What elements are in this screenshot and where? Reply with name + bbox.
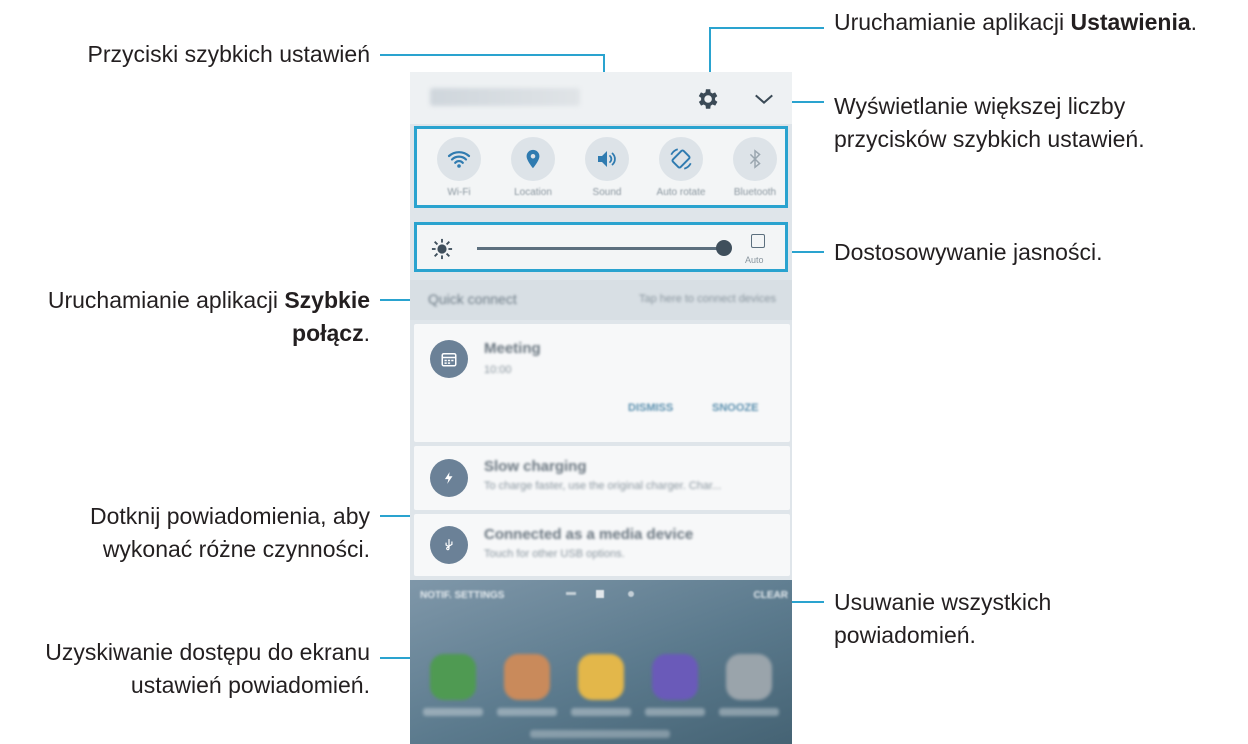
app-label [571, 708, 631, 716]
notification-card-usb[interactable]: Connected as a media device Touch for ot… [414, 514, 790, 576]
clear-button[interactable]: CLEAR [754, 590, 788, 601]
apps-icon[interactable] [726, 654, 772, 700]
callout-settings-app: Uruchamianie aplikacji Ustawienia. [834, 9, 1198, 35]
app-label [719, 708, 779, 716]
quick-settings-panel: Wi-Fi Location Sound Auto rotate Bluetoo… [414, 126, 788, 208]
wifi-button[interactable] [437, 137, 481, 181]
quick-connect-hint: Tap here to connect devices [639, 293, 776, 305]
callout-notification-settings: Uzyskiwanie dostępu do ekranu ustawień p… [45, 639, 370, 698]
notification-subtitle: To charge faster, use the original charg… [484, 480, 722, 492]
sound-button[interactable] [585, 137, 629, 181]
sound-icon [598, 151, 616, 167]
wifi-icon [447, 151, 471, 168]
notification-card-charging[interactable]: Slow charging To charge faster, use the … [414, 446, 790, 510]
status-bar [410, 72, 792, 124]
sound-label: Sound [592, 187, 622, 198]
phone-notification-panel: Wi-Fi Location Sound Auto rotate Bluetoo… [410, 72, 792, 744]
auto-brightness-label: Auto [745, 255, 764, 265]
notification-card-meeting[interactable]: Meeting 10:00 DISMISS SNOOZE [414, 324, 790, 442]
auto-rotate-icon [670, 148, 692, 170]
auto-rotate-button[interactable] [659, 137, 703, 181]
home-screen-background: NOTIF. SETTINGS CLEAR [410, 580, 792, 744]
leader-quick-buttons [380, 54, 604, 56]
callout-clear-all: Usuwanie wszystkich powiadomień. [834, 589, 1052, 648]
chevron-down-icon[interactable] [752, 88, 776, 110]
app-label [423, 708, 483, 716]
notification-subtitle: 10:00 [484, 364, 512, 376]
location-button[interactable] [511, 137, 555, 181]
emergency-calls-text [530, 730, 670, 738]
leader-brightness [792, 251, 824, 253]
leader-settings-h [710, 27, 824, 29]
leader-clear [790, 601, 824, 603]
contacts-app-icon[interactable] [504, 654, 550, 700]
page-indicator-dot [628, 591, 634, 597]
wifi-label: Wi-Fi [447, 187, 471, 198]
notification-title: Slow charging [484, 458, 587, 475]
dismiss-button[interactable]: DISMISS [628, 402, 673, 414]
quick-connect-bar[interactable]: Quick connect Tap here to connect device… [410, 280, 792, 320]
location-icon [526, 149, 540, 169]
auto-rotate-label: Auto rotate [656, 187, 706, 198]
notification-subtitle: Touch for other USB options. [484, 548, 625, 560]
brightness-slider-knob[interactable] [715, 240, 732, 256]
callout-quick-settings-buttons: Przyciski szybkich ustawień [87, 41, 370, 67]
callout-brightness: Dostosowywanie jasności. [834, 239, 1103, 265]
page-indicator-menu [566, 592, 576, 595]
usb-icon [430, 526, 468, 564]
brightness-panel: Auto [414, 222, 788, 272]
messages-app-icon[interactable] [578, 654, 624, 700]
page-indicator-home [596, 590, 604, 598]
bluetooth-button[interactable] [733, 137, 777, 181]
callout-more-buttons: Wyświetlanie większej liczby przycisków … [834, 93, 1145, 152]
calendar-icon [430, 340, 468, 378]
notification-title: Meeting [484, 340, 541, 357]
auto-brightness-checkbox[interactable] [751, 234, 765, 248]
location-label: Location [514, 187, 552, 198]
snooze-button[interactable]: SNOOZE [712, 402, 758, 414]
bolt-icon [430, 459, 468, 497]
internet-app-icon[interactable] [652, 654, 698, 700]
brightness-icon [431, 238, 453, 260]
bluetooth-label: Bluetooth [733, 187, 777, 198]
date-time-blurred [430, 88, 580, 106]
app-label [497, 708, 557, 716]
bluetooth-icon [749, 149, 761, 169]
phone-app-icon[interactable] [430, 654, 476, 700]
notification-settings-button[interactable]: NOTIF. SETTINGS [420, 590, 504, 601]
brightness-slider-track[interactable] [477, 247, 729, 250]
quick-connect-title: Quick connect [428, 291, 517, 307]
app-label [645, 708, 705, 716]
gear-icon[interactable] [694, 86, 720, 112]
notification-title: Connected as a media device [484, 526, 694, 543]
callout-quick-connect: Uruchamianie aplikacji Szybkie połącz. [47, 287, 370, 346]
callout-notification-tap: Dotknij powiadomienia, aby wykonać różne… [90, 503, 370, 562]
